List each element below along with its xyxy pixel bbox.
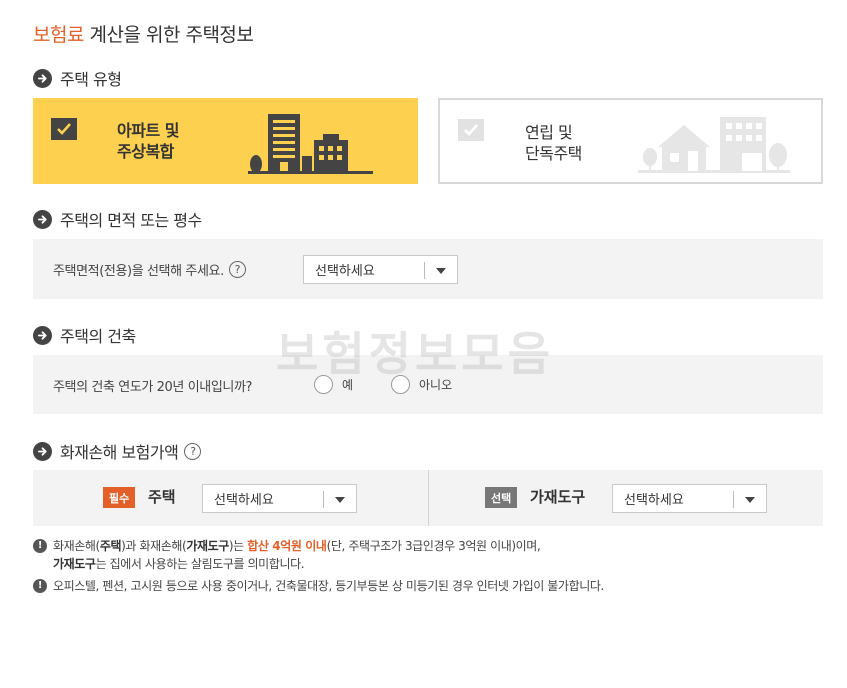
required-badge: 필수 xyxy=(103,487,136,508)
area-prompt-label: 주택면적(전용)을 선택해 주세요. xyxy=(53,264,224,279)
notice-text: 화재손해( xyxy=(53,539,100,553)
area-prompt: 주택면적(전용)을 선택해 주세요. ? xyxy=(53,260,246,279)
construction-heading-label: 주택의 건축 xyxy=(60,327,136,346)
goods-value-select[interactable]: 선택하세요 xyxy=(612,484,767,513)
house-illustration xyxy=(638,117,790,173)
chevron-down-icon xyxy=(335,497,345,503)
notice-text: (단, 주택구조가 3급인경우 3억원 이내)이며, xyxy=(326,539,541,553)
select-divider xyxy=(733,491,734,508)
arrow-right-icon xyxy=(33,209,52,229)
house-option-line2: 단독주택 xyxy=(525,144,582,163)
exclamation-icon: ! xyxy=(33,579,47,593)
select-divider xyxy=(424,262,425,279)
apartment-illustration xyxy=(248,114,373,174)
notice-text: )과 화재손해( xyxy=(121,539,187,553)
apartment-option-line1: 아파트 및 xyxy=(117,121,179,140)
arrow-right-icon xyxy=(33,441,52,461)
radio-no-label: 아니오 xyxy=(419,378,453,392)
radio-circle[interactable] xyxy=(391,375,410,394)
notice-combined-limit: ! 화재손해(주택)과 화재손해(가재도구)는 합산 4억원 이내(단, 주택구… xyxy=(33,537,823,573)
apartment-option-label: 아파트 및 주상복합 xyxy=(117,120,179,162)
help-icon[interactable]: ? xyxy=(184,442,202,460)
notice-text: 는 집에서 사용하는 살림도구를 의미합니다. xyxy=(95,557,305,571)
notice-text: )는 xyxy=(228,539,248,553)
apartment-option-line2: 주상복합 xyxy=(117,142,174,161)
house-value-select[interactable]: 선택하세요 xyxy=(202,484,357,513)
radio-circle[interactable] xyxy=(314,375,333,394)
exclamation-icon: ! xyxy=(33,539,47,553)
house-value-label: 주택 xyxy=(148,488,176,506)
arrow-right-icon xyxy=(33,325,52,345)
house-type-heading-label: 주택 유형 xyxy=(60,70,122,89)
area-row: 주택면적(전용)을 선택해 주세요. ? 선택하세요 xyxy=(33,239,823,299)
page-title: 보험료 계산을 위한 주택정보 xyxy=(33,20,254,47)
notice-highlight: 합산 4억원 이내 xyxy=(247,539,327,553)
page-title-rest: 계산을 위한 주택정보 xyxy=(83,24,254,46)
notice-online-restriction: ! 오피스텔, 펜션, 고시원 등으로 사용 중이거나, 건축물대장, 등기부등… xyxy=(33,577,823,595)
house-type-option-apartment[interactable]: 아파트 및 주상복합 xyxy=(33,98,418,184)
page-title-accent: 보험료 xyxy=(33,24,84,46)
goods-value-label: 가재도구 xyxy=(530,488,586,506)
area-heading-label: 주택의 면적 또는 평수 xyxy=(60,211,202,230)
notice-bold: 주택 xyxy=(99,539,122,553)
arrow-right-icon xyxy=(33,68,52,88)
select-divider xyxy=(323,491,324,508)
radio-yes[interactable]: 예 xyxy=(314,375,353,394)
radio-no[interactable]: 아니오 xyxy=(391,375,452,394)
notice-bold: 가재도구 xyxy=(186,539,229,553)
chevron-down-icon xyxy=(436,268,446,274)
checkmark-icon xyxy=(51,118,77,140)
notice-online-restriction-text: 오피스텔, 펜션, 고시원 등으로 사용 중이거나, 건축물대장, 등기부등본 … xyxy=(53,579,604,593)
house-value-select-value: 선택하세요 xyxy=(214,493,274,508)
construction-row: 주택의 건축 연도가 20년 이내입니까? 예 아니오 xyxy=(33,355,823,414)
insured-value-divider xyxy=(428,470,429,526)
house-type-option-house[interactable]: 연립 및 단독주택 xyxy=(438,98,823,184)
area-select-value: 선택하세요 xyxy=(315,264,375,279)
goods-value-select-value: 선택하세요 xyxy=(624,493,684,508)
area-select[interactable]: 선택하세요 xyxy=(303,255,458,284)
radio-yes-label: 예 xyxy=(342,378,354,392)
insured-value-heading: 화재손해 보험가액 ? xyxy=(33,439,202,463)
house-option-line1: 연립 및 xyxy=(525,123,573,142)
help-icon[interactable]: ? xyxy=(228,261,246,278)
checkmark-icon xyxy=(458,119,484,141)
house-option-label: 연립 및 단독주택 xyxy=(525,122,582,164)
area-heading: 주택의 면적 또는 평수 xyxy=(33,207,202,231)
construction-question: 주택의 건축 연도가 20년 이내입니까? xyxy=(53,380,253,395)
construction-heading: 주택의 건축 xyxy=(33,323,136,347)
chevron-down-icon xyxy=(745,497,755,503)
house-type-heading: 주택 유형 xyxy=(33,66,122,90)
insured-value-heading-label: 화재손해 보험가액 xyxy=(60,443,179,462)
notice-bold: 가재도구 xyxy=(53,557,96,571)
optional-badge: 선택 xyxy=(485,487,518,508)
